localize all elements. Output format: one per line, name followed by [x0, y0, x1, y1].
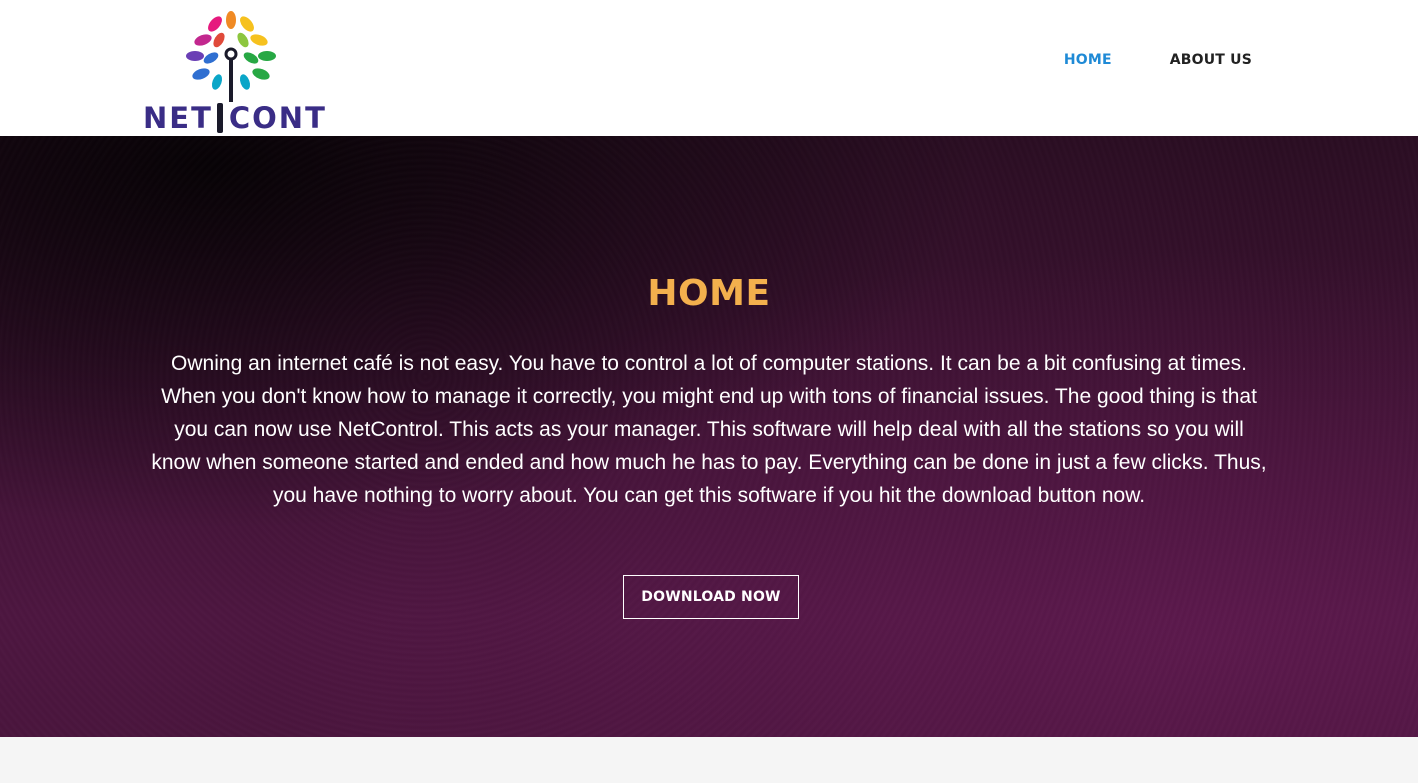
nav-item-home[interactable]: HOME [1064, 52, 1112, 68]
tree-of-petals-icon [186, 11, 276, 102]
main-nav: HOME ABOUT US [1064, 52, 1252, 68]
site-logo[interactable]: NET CONT [143, 10, 345, 135]
nav-item-about-us[interactable]: ABOUT US [1170, 52, 1252, 68]
logo-wordmark: NET CONT [143, 101, 345, 135]
site-header: NET CONT HOME ABOUT US [0, 0, 1418, 136]
logo-text-right: CONT [228, 101, 327, 135]
hero-description: Owning an internet café is not easy. You… [151, 352, 1267, 507]
download-now-button[interactable]: DOWNLOAD NOW [623, 575, 799, 619]
logo-separator [216, 103, 223, 133]
logo-text-left: NET [143, 101, 213, 135]
hero-section: HOME Owning an internet café is not easy… [0, 136, 1418, 737]
next-section-strip [0, 737, 1418, 783]
hero-title: HOME [647, 273, 771, 314]
